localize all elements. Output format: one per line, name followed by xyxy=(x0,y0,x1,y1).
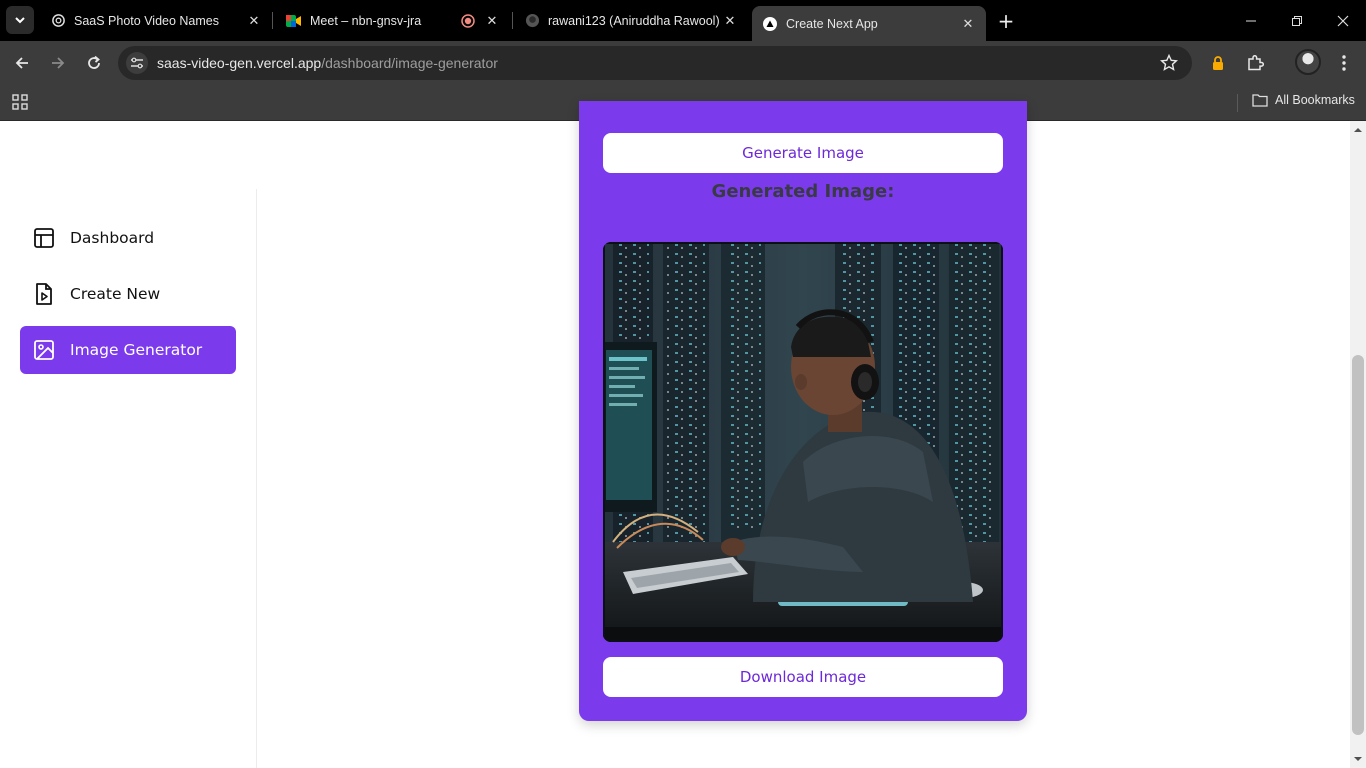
close-icon[interactable]: ✕ xyxy=(246,13,262,29)
url-host: saas-video-gen.vercel.app xyxy=(157,55,322,71)
page-scrollbar[interactable] xyxy=(1350,121,1366,768)
reload-button[interactable] xyxy=(80,49,108,77)
generate-image-button[interactable]: Generate Image xyxy=(603,133,1003,173)
profile-avatar[interactable] xyxy=(1295,49,1321,75)
sidebar-item-label: Dashboard xyxy=(70,229,155,247)
sidebar-item-label: Image Generator xyxy=(70,341,203,359)
browser-tab[interactable]: rawani123 (Aniruddha Rawool) ✕ xyxy=(514,6,748,35)
apps-grid-icon[interactable] xyxy=(11,93,29,111)
close-icon[interactable]: ✕ xyxy=(484,13,500,29)
close-window-button[interactable] xyxy=(1320,0,1366,41)
tab-title: rawani123 (Aniruddha Rawool) xyxy=(548,13,720,28)
generated-image-heading: Generated Image: xyxy=(711,181,895,202)
scroll-down-icon[interactable] xyxy=(1353,754,1363,764)
image-generator-card: Generate Image Generated Image: Download… xyxy=(579,101,1027,721)
restore-button[interactable] xyxy=(1274,0,1320,41)
sidebar-item-dashboard[interactable]: Dashboard xyxy=(20,214,236,262)
back-button[interactable] xyxy=(8,49,36,77)
chevron-down-icon xyxy=(15,17,25,24)
recording-icon xyxy=(460,13,476,29)
sidebar: Dashboard Create New Image Generator xyxy=(0,189,257,768)
extensions-icon[interactable] xyxy=(1244,52,1266,74)
address-bar[interactable]: saas-video-gen.vercel.app/dashboard/imag… xyxy=(118,46,1192,80)
sidebar-item-label: Create New xyxy=(70,285,161,303)
google-meet-icon xyxy=(286,13,302,29)
forward-button[interactable] xyxy=(44,49,72,77)
browser-tab[interactable]: Meet – nbn-gnsv-jra ✕ xyxy=(276,6,510,35)
folder-icon xyxy=(1252,94,1268,107)
minimize-icon xyxy=(1246,20,1256,21)
browser-tab[interactable]: SaaS Photo Video Names ✕ xyxy=(40,6,272,35)
all-bookmarks-label: All Bookmarks xyxy=(1275,93,1355,107)
layout-icon xyxy=(34,228,54,248)
openai-icon xyxy=(50,13,66,29)
kebab-menu-icon[interactable] xyxy=(1333,52,1355,74)
scroll-up-icon[interactable] xyxy=(1353,125,1363,135)
all-bookmarks-button[interactable]: All Bookmarks xyxy=(1252,93,1355,107)
arrow-right-icon xyxy=(52,57,65,69)
new-tab-button[interactable]: + xyxy=(993,8,1019,34)
close-icon[interactable]: ✕ xyxy=(960,16,976,32)
browser-tab-strip: SaaS Photo Video Names ✕ Meet – nbn-gnsv… xyxy=(0,0,1366,41)
tab-search-button[interactable] xyxy=(6,6,34,34)
sidebar-item-create-new[interactable]: Create New xyxy=(20,270,236,318)
file-video-icon xyxy=(36,283,52,305)
github-icon xyxy=(524,13,540,29)
site-info-icon[interactable] xyxy=(126,52,148,74)
plus-icon: + xyxy=(997,9,1015,33)
generated-image[interactable] xyxy=(603,242,1003,642)
page-content: Dashboard Create New Image Generator Gen… xyxy=(0,101,1366,768)
minimize-button[interactable] xyxy=(1228,0,1274,41)
bookmarks-divider xyxy=(1237,94,1238,112)
reload-icon xyxy=(88,55,100,69)
tab-title: SaaS Photo Video Names xyxy=(74,13,220,28)
browser-tab-active[interactable]: Create Next App ✕ xyxy=(752,6,986,41)
sidebar-item-image-generator[interactable]: Image Generator xyxy=(20,326,236,374)
lock-extension-icon[interactable] xyxy=(1207,52,1229,74)
tab-divider xyxy=(272,12,273,29)
close-icon[interactable]: ✕ xyxy=(722,13,738,29)
url-path: /dashboard/image-generator xyxy=(321,55,498,71)
tab-title: Meet – nbn-gnsv-jra xyxy=(310,13,422,28)
scrollbar-thumb[interactable] xyxy=(1352,355,1364,735)
restore-icon xyxy=(1292,15,1302,26)
image-icon xyxy=(34,340,54,360)
close-icon xyxy=(1337,15,1349,26)
vercel-icon xyxy=(762,16,778,32)
arrow-left-icon xyxy=(15,57,28,69)
bookmark-star-icon[interactable] xyxy=(1160,54,1178,72)
download-image-button[interactable]: Download Image xyxy=(603,657,1003,697)
url-text[interactable]: saas-video-gen.vercel.app/dashboard/imag… xyxy=(157,55,498,71)
tab-title: Create Next App xyxy=(786,16,878,31)
tab-divider xyxy=(512,12,513,29)
browser-toolbar: saas-video-gen.vercel.app/dashboard/imag… xyxy=(0,41,1366,85)
